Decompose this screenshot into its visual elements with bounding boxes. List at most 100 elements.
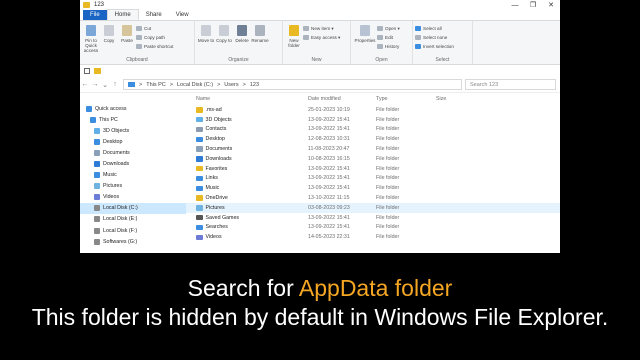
tab-file[interactable]: File xyxy=(83,10,107,20)
sidebar-item-label: Local Disk (C:) xyxy=(103,205,138,212)
file-type: File folder xyxy=(376,146,400,153)
table-row[interactable]: Favorites 13-09-2022 15:41 File folder xyxy=(186,164,560,174)
table-row[interactable]: Searches 13-09-2022 15:41 File folder xyxy=(186,223,560,233)
edit-button[interactable]: Edit xyxy=(377,33,402,42)
breadcrumb-item[interactable]: Local Disk (C:) xyxy=(177,82,213,88)
sidebar-item[interactable]: Downloads xyxy=(80,158,186,169)
select-all-button[interactable]: Select all xyxy=(415,24,456,33)
sidebar-item[interactable]: Local Disk (C:) xyxy=(80,202,186,214)
date-modified: 13-09-2022 15:41 xyxy=(308,126,350,133)
copy-to-icon xyxy=(219,25,229,36)
folder-icon xyxy=(83,2,90,8)
date-modified: 10-08-2023 16:15 xyxy=(308,155,350,162)
paste-shortcut-button[interactable]: Paste shortcut xyxy=(136,42,175,51)
file-name: OneDrive xyxy=(205,195,228,202)
date-modified: 13-09-2022 15:41 xyxy=(308,224,350,231)
file-explorer-window: 123 — ❐ ✕ File Home Share View Pin to Qu… xyxy=(80,0,560,253)
ribbon-tabs: File Home Share View xyxy=(80,9,560,21)
file-name-cell: Downloads xyxy=(186,156,308,162)
date-modified: 11-08-2023 20:47 xyxy=(308,146,350,153)
cut-button[interactable]: Cut xyxy=(136,24,175,33)
open-group: Properties Open ▾ Edit History Open xyxy=(351,21,413,64)
breadcrumb-item[interactable]: 123 xyxy=(250,82,259,88)
file-list: Name Date modified Type Size .ms-ad 25-01… xyxy=(186,93,560,253)
file-name-cell: .ms-ad xyxy=(186,107,308,113)
tab-view[interactable]: View xyxy=(169,10,196,20)
select-none-button[interactable]: Select none xyxy=(415,33,456,42)
table-row[interactable]: 3D Objects 13-09-2022 15:41 File folder xyxy=(186,115,560,125)
up-arrow-icon[interactable]: ↑ xyxy=(110,81,120,88)
sidebar-item[interactable]: Softwares (G:) xyxy=(80,236,186,247)
sidebar-item[interactable]: Local Disk (E:) xyxy=(80,214,186,225)
file-type: File folder xyxy=(376,204,400,211)
back-arrow-icon[interactable]: ← xyxy=(80,81,90,88)
file-name-cell: Favorites xyxy=(186,166,308,172)
sidebar-item[interactable]: Desktop xyxy=(80,136,186,147)
sidebar-item[interactable]: 3D Objects xyxy=(80,125,186,136)
table-row[interactable]: Documents 11-08-2023 20:47 File folder xyxy=(186,144,560,154)
drive-icon xyxy=(94,227,100,234)
tab-share[interactable]: Share xyxy=(139,10,169,20)
table-row[interactable]: .ms-ad 25-01-2023 10:19 File folder xyxy=(186,105,560,115)
table-row[interactable]: Pictures 03-08-2023 09:23 File folder xyxy=(186,202,560,213)
sidebar-item[interactable]: Videos xyxy=(80,192,186,203)
breadcrumb-item[interactable]: Users xyxy=(224,82,238,88)
open-button[interactable]: Open ▾ xyxy=(377,24,402,33)
copy-path-button[interactable]: Copy path xyxy=(136,33,175,42)
close-button[interactable]: ✕ xyxy=(542,1,560,9)
column-date[interactable]: Date modified xyxy=(308,96,376,102)
column-size[interactable]: Size xyxy=(436,96,476,102)
delete-icon xyxy=(237,25,247,36)
sidebar-item[interactable]: This PC xyxy=(80,114,186,125)
invert-selection-button[interactable]: Invert selection xyxy=(415,42,456,51)
breadcrumb-sep[interactable]: > xyxy=(243,82,246,88)
date-modified: 13-09-2022 15:41 xyxy=(308,116,350,123)
new-group: New folder New item ▾ Easy access ▾ New xyxy=(283,21,351,64)
new-item-button[interactable]: New item ▾ xyxy=(303,24,342,33)
sidebar-item[interactable]: Quick access xyxy=(80,103,186,114)
open-icon xyxy=(377,26,383,31)
table-row[interactable]: Desktop 12-08-2023 10:31 File folder xyxy=(186,134,560,144)
table-row[interactable]: Videos 14-05-2023 22:31 File folder xyxy=(186,232,560,242)
table-row[interactable]: Contacts 13-09-2022 15:41 File folder xyxy=(186,125,560,135)
file-name-cell: Contacts xyxy=(186,126,308,132)
column-type[interactable]: Type xyxy=(376,96,436,102)
history-button[interactable]: History xyxy=(377,42,402,51)
clipboard-group-label: Clipboard xyxy=(126,57,148,63)
table-row[interactable]: Downloads 10-08-2023 16:15 File folder xyxy=(186,154,560,164)
recent-chevron-icon[interactable]: ⌄ xyxy=(100,81,110,89)
easy-access-button[interactable]: Easy access ▾ xyxy=(303,33,342,42)
address-bar[interactable]: > This PC > Local Disk (C:) > Users >123 xyxy=(123,79,462,90)
breadcrumb-sep[interactable]: > xyxy=(170,82,173,88)
breadcrumb-sep[interactable]: > xyxy=(217,82,220,88)
tab-home[interactable]: Home xyxy=(106,9,139,20)
drive-icon xyxy=(94,205,100,212)
file-name: Links xyxy=(205,175,218,182)
table-row[interactable]: Links 13-09-2022 15:41 File folder xyxy=(186,174,560,184)
file-name-cell: Pictures xyxy=(186,205,308,211)
games-icon xyxy=(196,214,203,221)
caption-highlight: AppData folder xyxy=(298,275,453,301)
forward-arrow-icon[interactable]: → xyxy=(90,81,100,88)
table-row[interactable]: Saved Games 13-09-2022 15:41 File folder xyxy=(186,213,560,223)
breadcrumb-item[interactable]: This PC xyxy=(146,82,166,88)
video-caption: Search for AppData folder This folder is… xyxy=(0,253,640,360)
table-row[interactable]: OneDrive 13-10-2022 11:15 File folder xyxy=(186,193,560,203)
sidebar-item[interactable]: Documents xyxy=(80,147,186,158)
column-name[interactable]: Name xyxy=(186,96,308,102)
table-row[interactable]: Music 13-09-2022 15:41 File folder xyxy=(186,183,560,193)
search-input[interactable]: Search 123 xyxy=(465,79,556,90)
sidebar-item[interactable]: Pictures xyxy=(80,181,186,192)
sidebar-item-label: This PC xyxy=(99,116,118,123)
date-modified: 03-08-2023 09:23 xyxy=(308,204,350,211)
checkbox-icon[interactable] xyxy=(84,68,90,74)
folder-icon xyxy=(196,107,203,113)
maximize-button[interactable]: ❐ xyxy=(524,1,542,9)
sidebar-item[interactable]: Music xyxy=(80,170,186,181)
minimize-button[interactable]: — xyxy=(506,2,524,9)
cube-icon xyxy=(196,116,203,123)
file-name: Downloads xyxy=(205,155,232,162)
sidebar-item[interactable]: Local Disk (F:) xyxy=(80,225,186,236)
pc-icon xyxy=(128,82,135,87)
file-type: File folder xyxy=(376,214,400,221)
